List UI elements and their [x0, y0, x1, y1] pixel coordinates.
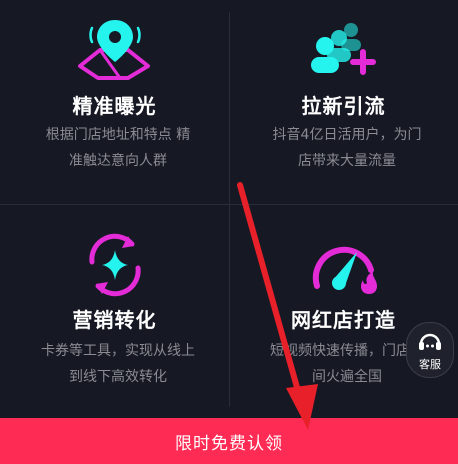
feature-title: 精准曝光 [72, 94, 157, 118]
feature-title: 营销转化 [72, 308, 157, 332]
claim-free-button[interactable]: 限时免费认领 [0, 418, 458, 464]
users-add-icon [299, 14, 389, 84]
feature-grid: 精准曝光 根据门店地址和特点 精 准触达意向人群 拉新引流 抖音4亿日活用户，为… [0, 0, 458, 418]
feature-title: 拉新引流 [301, 94, 386, 118]
headset-icon [419, 333, 441, 350]
map-pin-icon [70, 14, 160, 84]
feature-description: 卡券等工具，实现从线上 到线下高效转化 [41, 343, 195, 385]
customer-service-label: 客服 [419, 358, 441, 371]
feature-marketing-conversion: 营销转化 卡券等工具，实现从线上 到线下高效转化 [0, 204, 229, 408]
customer-service-button[interactable]: 客服 [406, 322, 454, 378]
feature-description: 根据门店地址和特点 精 准触达意向人群 [45, 127, 191, 169]
feature-attract-users: 拉新引流 抖音4亿日活用户，为门 店带来大量流量 [229, 0, 458, 204]
speedometer-fire-icon [299, 230, 389, 300]
claim-free-label: 限时免费认领 [175, 433, 283, 454]
feature-description: 抖音4亿日活用户，为门 店带来大量流量 [272, 127, 422, 169]
feature-precise-exposure: 精准曝光 根据门店地址和特点 精 准触达意向人群 [0, 0, 229, 204]
refresh-sparkle-icon [70, 230, 160, 300]
